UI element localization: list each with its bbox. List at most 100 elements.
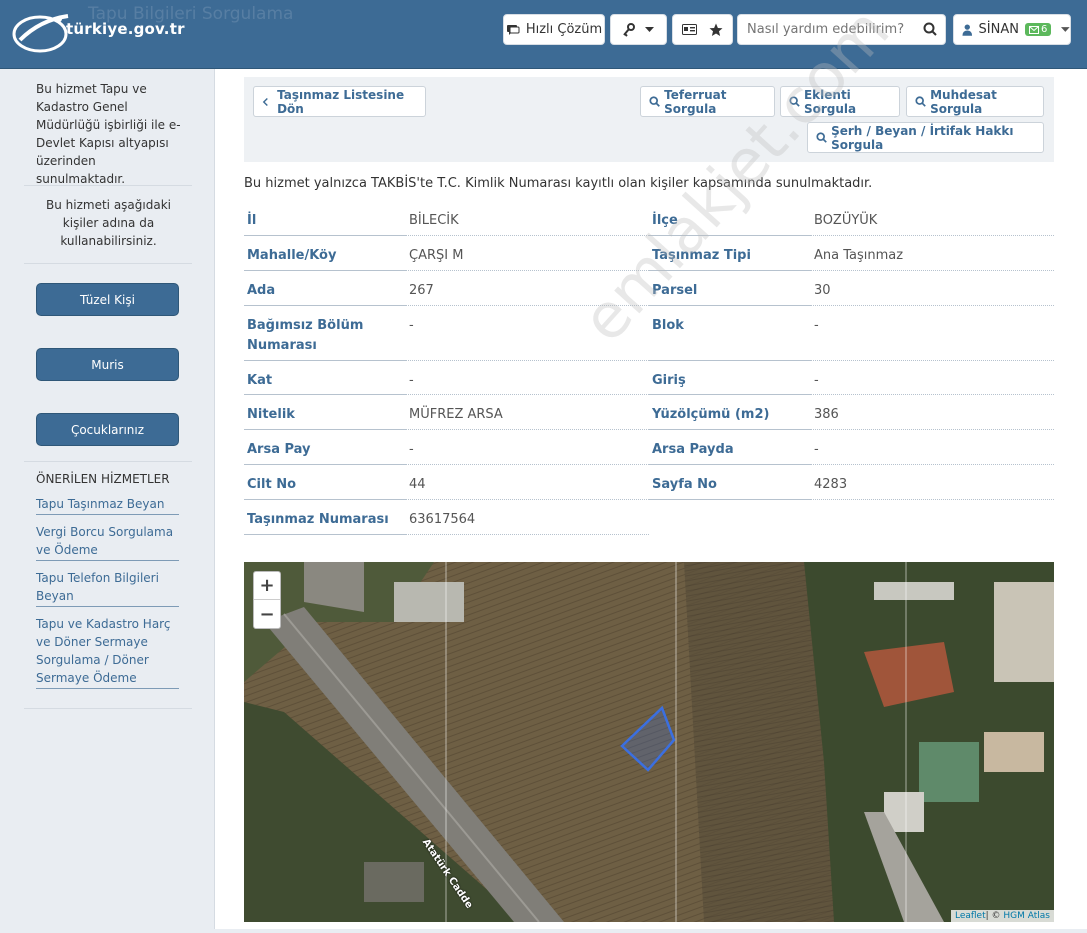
kat-value: - — [409, 373, 414, 388]
main-content: Taşınmaz Listesine Dön Teferruat Sorgula… — [214, 0, 1087, 929]
turkiye-gov-logo[interactable]: türkiye.gov.tr — [12, 10, 185, 56]
leaflet-link[interactable]: Leaflet — [955, 911, 986, 921]
row-divider — [811, 499, 1054, 500]
sidebar-intro: Bu hizmet Tapu ve Kadastro Genel Müdürlü… — [36, 82, 181, 186]
bagimsiz-bolum-value: - — [409, 318, 414, 333]
recommended-link[interactable]: Tapu ve Kadastro Harç ve Döner Sermaye S… — [36, 615, 179, 689]
row-divider — [649, 464, 811, 465]
row-divider — [406, 429, 649, 430]
divider — [24, 461, 192, 462]
cilt-value: 44 — [409, 477, 426, 492]
sayfa-label: Sayfa No — [652, 477, 717, 492]
bagimsiz-bolum-label-line1: Bağımsız Bölüm — [247, 318, 364, 333]
row-divider — [811, 360, 1054, 361]
row-divider — [406, 235, 649, 236]
message-badge[interactable]: 6 — [1024, 23, 1052, 36]
back-label: Taşınmaz Listesine Dön — [277, 87, 405, 116]
recommended-link[interactable]: Vergi Borcu Sorgulama ve Ödeme — [36, 523, 179, 561]
tip-value: Ana Taşınmaz — [814, 248, 904, 263]
giris-label: Giriş — [652, 373, 686, 388]
row-divider — [244, 499, 406, 500]
chat-icon — [506, 24, 520, 35]
giris-value: - — [814, 373, 819, 388]
cilt-label: Cilt No — [247, 477, 297, 492]
row-divider — [649, 429, 811, 430]
id-card-icon — [682, 24, 697, 35]
sayfa-value: 4283 — [814, 477, 848, 492]
arsa-pay-label: Arsa Pay — [247, 442, 311, 457]
star-icon — [709, 23, 723, 36]
row-divider — [649, 360, 811, 361]
mahalle-label: Mahalle/Köy — [247, 248, 337, 263]
id-card-favorites-button[interactable] — [672, 14, 733, 45]
sidebar: Bu hizmet Tapu ve Kadastro Genel Müdürlü… — [0, 69, 214, 933]
muhdesat-query-label: Muhdesat Sorgula — [930, 87, 997, 116]
row-divider — [649, 394, 811, 395]
row-divider — [244, 360, 406, 361]
arsa-payda-value: - — [814, 442, 819, 457]
serh-query-button[interactable]: Şerh / Beyan / İrtifak Hakkı Sorgula — [807, 122, 1044, 153]
message-count: 6 — [1040, 24, 1048, 35]
logo-emblem-icon — [12, 14, 69, 53]
row-divider — [406, 499, 649, 500]
row-divider — [811, 305, 1054, 306]
user-menu-button[interactable]: SİNAN 6 — [953, 14, 1071, 45]
map-attribution: Leaflet| © HGM Atlas — [950, 910, 1054, 922]
yuzolcumu-value: 386 — [814, 407, 839, 422]
parcel-map[interactable]: Atatürk Cadde + − Leaflet| © HGM Atlas — [244, 562, 1054, 922]
search-icon — [915, 96, 926, 107]
row-divider — [244, 429, 406, 430]
search-icon — [649, 96, 660, 107]
row-divider — [406, 464, 649, 465]
attribution-separator: | © — [985, 911, 1004, 921]
chevron-down-icon — [645, 26, 654, 32]
row-divider — [244, 235, 406, 236]
divider — [24, 708, 192, 709]
row-divider — [811, 270, 1054, 271]
row-divider — [649, 305, 811, 306]
children-button[interactable]: Çocuklarınız — [36, 413, 179, 446]
zoom-in-button[interactable]: + — [254, 572, 280, 600]
arsa-pay-value: - — [409, 442, 414, 457]
key-menu-button[interactable] — [610, 14, 667, 45]
row-divider — [649, 499, 811, 500]
satellite-imagery — [244, 562, 1054, 922]
divider — [24, 263, 192, 264]
arsa-payda-label: Arsa Payda — [652, 442, 734, 457]
row-divider — [244, 464, 406, 465]
ada-value: 267 — [409, 283, 434, 298]
user-name: SİNAN — [978, 22, 1019, 37]
row-divider — [811, 464, 1054, 465]
back-to-list-button[interactable]: Taşınmaz Listesine Dön — [253, 86, 426, 117]
muhdesat-query-button[interactable]: Muhdesat Sorgula — [906, 86, 1044, 117]
zoom-out-button[interactable]: − — [254, 600, 280, 628]
search-icon[interactable] — [923, 22, 937, 36]
row-divider — [244, 305, 406, 306]
tasinmaz-numarasi-label: Taşınmaz Numarası — [247, 512, 389, 527]
zoom-control: + − — [253, 571, 281, 629]
recommended-title: ÖNERİLEN HİZMETLER — [36, 472, 170, 486]
logo-text: türkiye.gov.tr — [66, 20, 185, 38]
row-divider — [406, 394, 649, 395]
recommended-link[interactable]: Tapu Telefon Bilgileri Beyan — [36, 569, 179, 607]
yuzolcumu-label: Yüzölçümü (m2) — [652, 407, 770, 422]
nitelik-value: MÜFREZ ARSA — [409, 407, 503, 422]
blok-value: - — [814, 318, 819, 333]
envelope-icon — [1028, 25, 1039, 34]
row-divider — [244, 534, 406, 535]
quick-solution-button[interactable]: Hızlı Çözüm — [503, 14, 605, 45]
user-icon — [962, 23, 973, 36]
parsel-value: 30 — [814, 283, 831, 298]
hgm-atlas-link[interactable]: HGM Atlas — [1003, 911, 1050, 921]
il-value: BİLECİK — [409, 213, 459, 228]
il-label: İl — [247, 213, 257, 228]
recommended-link[interactable]: Tapu Taşınmaz Beyan — [36, 495, 179, 515]
ilce-value: BOZÜYÜK — [814, 213, 878, 228]
chevron-down-icon — [1061, 26, 1070, 32]
divider — [24, 185, 192, 186]
top-header: Tapu Bilgileri Sorgulama türkiye.gov.tr … — [0, 0, 1087, 69]
legal-entity-button[interactable]: Tüzel Kişi — [36, 283, 179, 316]
chevron-left-icon — [262, 97, 268, 106]
deceased-button[interactable]: Muris — [36, 348, 179, 381]
kat-label: Kat — [247, 373, 273, 388]
